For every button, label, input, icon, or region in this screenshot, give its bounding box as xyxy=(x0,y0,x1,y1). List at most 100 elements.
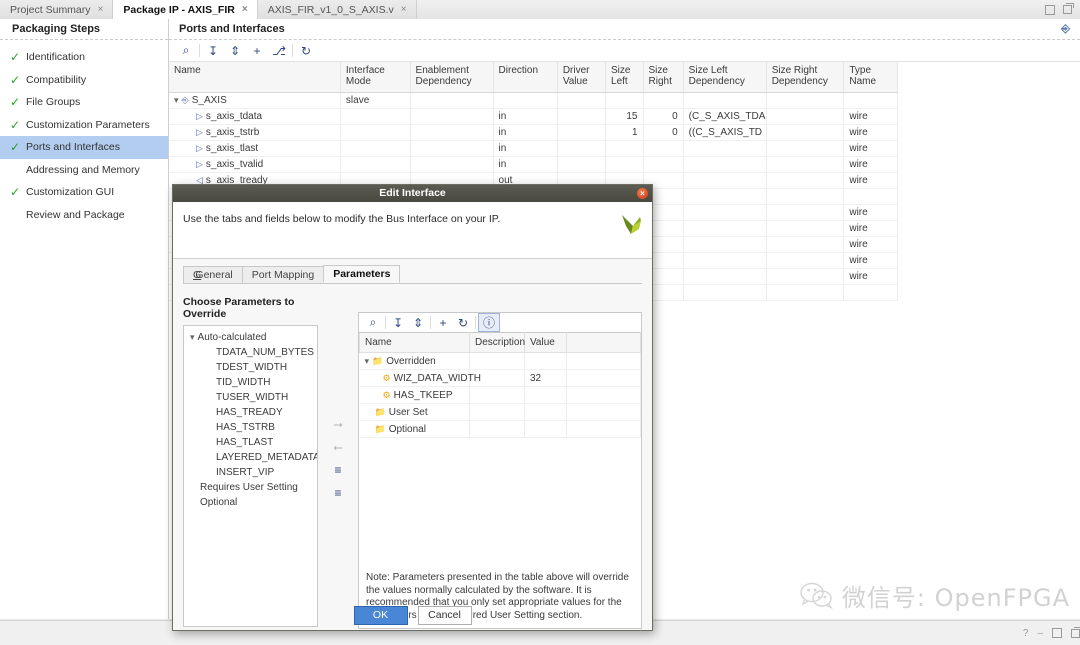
float-icon[interactable] xyxy=(1063,5,1072,14)
cancel-button[interactable]: Cancel xyxy=(418,606,472,625)
row-name: s_axis_tstrb xyxy=(206,127,259,138)
gear-icon: ⚙ xyxy=(383,390,391,400)
tab-parameters[interactable]: Parameters xyxy=(323,265,400,283)
search-icon[interactable]: ⌕ xyxy=(363,314,383,331)
collapse-all-icon[interactable]: ↧ xyxy=(202,41,224,60)
column-header-size-left-dependency[interactable]: Size Left Dependency xyxy=(683,62,766,93)
add-icon[interactable]: + xyxy=(433,314,453,331)
cell-value[interactable]: 32 xyxy=(525,370,567,387)
dialog-body: GGeneral Port Mapping Parameters Choose … xyxy=(173,259,652,629)
sidebar-item-customization-gui[interactable]: ✓ Customization GUI xyxy=(0,181,168,204)
tab-project-summary[interactable]: Project Summary × xyxy=(0,0,113,19)
column-header-size-left[interactable]: Size Left xyxy=(606,62,643,93)
column-header-size-right[interactable]: Size Right xyxy=(643,62,683,93)
cell-value xyxy=(525,421,567,438)
cell-type: wire xyxy=(844,237,898,253)
tree-node-has-tlast[interactable]: HAS_TLAST xyxy=(184,435,317,450)
chevron-down-icon[interactable]: ▾ xyxy=(190,332,195,342)
refresh-icon[interactable]: ↻ xyxy=(453,314,473,331)
tree-node-tdata-num-bytes[interactable]: TDATA_NUM_BYTES xyxy=(184,345,317,360)
tree-node-tdest-width[interactable]: TDEST_WIDTH xyxy=(184,360,317,375)
tree-node-layered-metadata[interactable]: LAYERED_METADATA xyxy=(184,450,317,465)
search-icon[interactable]: ⌕ xyxy=(175,41,197,60)
available-parameters-tree[interactable]: ▾Auto-calculated TDATA_NUM_BYTES TDEST_W… xyxy=(183,325,318,627)
row-name: HAS_TKEEP xyxy=(394,390,453,401)
port-in-icon: ▷ xyxy=(196,159,203,169)
tab-axis-fir-verilog[interactable]: AXIS_FIR_v1_0_S_AXIS.v × xyxy=(258,0,417,19)
sidebar-item-file-groups[interactable]: ✓ File Groups xyxy=(0,91,168,114)
refresh-icon[interactable]: ↻ xyxy=(295,41,317,60)
tree-node-auto-calculated[interactable]: ▾Auto-calculated xyxy=(184,330,317,345)
column-header-enablement-dependency[interactable]: Enablement Dependency xyxy=(410,62,493,93)
table-row[interactable]: ▷s_axis_tdata in 15 0 (C_S_AXIS_TDA wire xyxy=(169,109,898,125)
column-header-name[interactable]: Name xyxy=(360,333,470,353)
column-header-size-right-dependency[interactable]: Size Right Dependency xyxy=(766,62,844,93)
close-icon[interactable]: × xyxy=(98,4,104,15)
tab-general[interactable]: GGeneral xyxy=(183,266,243,283)
tree-node-tuser-width[interactable]: TUSER_WIDTH xyxy=(184,390,317,405)
tree-node-optional[interactable]: Optional xyxy=(184,495,317,510)
column-header-value[interactable]: Value xyxy=(525,333,567,353)
dialog-title-bar[interactable]: Edit Interface × xyxy=(173,185,652,202)
move-all-right-button[interactable]: ≡ xyxy=(329,464,347,476)
close-icon[interactable]: × xyxy=(637,188,648,199)
chevron-down-icon[interactable]: ▾ xyxy=(174,95,179,105)
tree-node-has-tready[interactable]: HAS_TREADY xyxy=(184,405,317,420)
tree-node-insert-vip[interactable]: INSERT_VIP xyxy=(184,465,317,480)
info-icon[interactable]: ⓘ xyxy=(478,313,500,332)
add-icon[interactable]: + xyxy=(246,41,268,60)
parameters-table-container: Name Description Value ▾📁Overridden xyxy=(358,332,642,629)
header-label: Driver Value xyxy=(563,65,590,87)
settings-icon[interactable]: ⎆ xyxy=(1061,19,1080,39)
table-row[interactable]: 📁User Set xyxy=(360,404,641,421)
sidebar-item-identification[interactable]: ✓ Identification xyxy=(0,46,168,69)
sidebar-item-ports-and-interfaces[interactable]: ✓ Ports and Interfaces xyxy=(0,136,168,159)
move-left-button[interactable]: ⭠ xyxy=(329,441,347,453)
sidebar-item-review-and-package[interactable]: Review and Package xyxy=(0,204,168,227)
sidebar-item-label: Customization GUI xyxy=(26,186,114,198)
close-icon[interactable]: × xyxy=(242,4,248,15)
sidebar-item-compatibility[interactable]: ✓ Compatibility xyxy=(0,69,168,92)
table-row[interactable]: ▷s_axis_tlast in wire xyxy=(169,141,898,157)
minimize-icon[interactable]: – xyxy=(1037,628,1043,639)
table-row[interactable]: ▷s_axis_tstrb in 1 0 ((C_S_AXIS_TD wire xyxy=(169,125,898,141)
column-header-type-name[interactable]: Type Name xyxy=(844,62,898,93)
table-row[interactable]: ▾📁Overridden xyxy=(360,353,641,370)
tree-node-has-tstrb[interactable]: HAS_TSTRB xyxy=(184,420,317,435)
expand-all-icon[interactable]: ⇕ xyxy=(408,314,428,331)
column-header-driver-value[interactable]: Driver Value xyxy=(557,62,605,93)
table-row[interactable]: 📁Optional xyxy=(360,421,641,438)
edit-interface-icon[interactable]: ⎇ xyxy=(268,41,290,60)
table-row[interactable]: ⚙HAS_TKEEP xyxy=(360,387,641,404)
move-right-button[interactable]: ⭢ xyxy=(329,418,347,430)
table-row[interactable]: ⚙WIZ_DATA_WIDTH 32 xyxy=(360,370,641,387)
column-header-direction[interactable]: Direction xyxy=(493,62,557,93)
cell-description xyxy=(470,353,525,370)
restore-icon[interactable] xyxy=(1071,629,1080,638)
maximize-icon[interactable] xyxy=(1052,628,1062,638)
cell-driver xyxy=(557,125,605,141)
header-label: Enablement Dependency xyxy=(416,65,472,87)
cell-value[interactable] xyxy=(525,387,567,404)
sidebar-item-customization-parameters[interactable]: ✓ Customization Parameters xyxy=(0,114,168,137)
column-header-description[interactable]: Description xyxy=(470,333,525,353)
collapse-all-icon[interactable]: ↧ xyxy=(388,314,408,331)
table-row[interactable]: ▾⎆S_AXIS slave xyxy=(169,93,898,109)
close-icon[interactable]: × xyxy=(401,4,407,15)
move-all-left-button[interactable]: ≡ xyxy=(329,487,347,499)
maximize-icon[interactable] xyxy=(1045,5,1055,15)
expand-all-icon[interactable]: ⇕ xyxy=(224,41,246,60)
sidebar-item-addressing-and-memory[interactable]: Addressing and Memory xyxy=(0,159,168,182)
tab-package-ip[interactable]: Package IP - AXIS_FIR × xyxy=(113,0,257,20)
column-header-interface-mode[interactable]: Interface Mode xyxy=(340,62,410,93)
column-header-name[interactable]: Name xyxy=(169,62,340,93)
table-row[interactable]: ▷s_axis_tvalid in wire xyxy=(169,157,898,173)
tree-node-requires-user-setting[interactable]: Requires User Setting xyxy=(184,480,317,495)
ok-button[interactable]: OK xyxy=(354,606,408,625)
tree-node-tid-width[interactable]: TID_WIDTH xyxy=(184,375,317,390)
help-icon[interactable]: ? xyxy=(1023,628,1029,639)
tab-port-mapping[interactable]: Port Mapping xyxy=(242,266,324,283)
cell-name: ▷s_axis_tdata xyxy=(169,109,340,125)
packaging-steps-list: ✓ Identification ✓ Compatibility ✓ File … xyxy=(0,40,168,226)
chevron-down-icon[interactable]: ▾ xyxy=(365,356,370,366)
